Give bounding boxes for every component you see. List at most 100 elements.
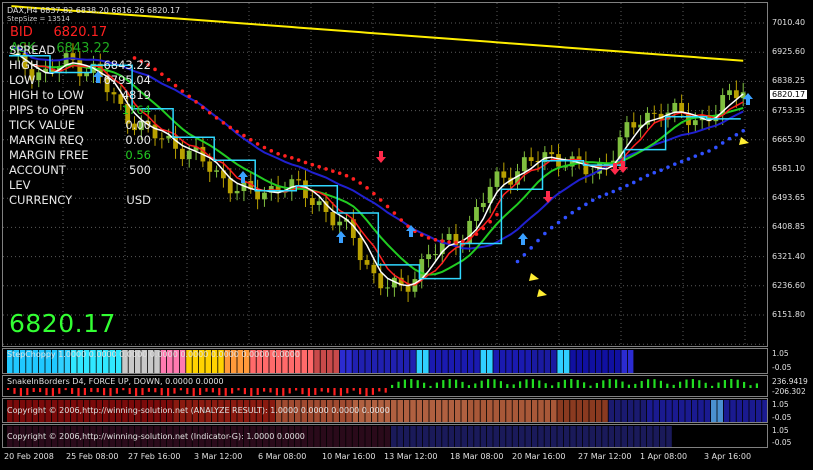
indicator-g-bar (570, 426, 576, 447)
red-dot (467, 236, 472, 241)
red-dot (454, 240, 458, 245)
snake-bar (218, 388, 221, 396)
indicator-g-bar (403, 426, 410, 447)
price-chart-pane[interactable]: DAX,H4 6837.82 6838.20 6816.26 6820.17 S… (2, 2, 768, 347)
info-row: PIPS to OPEN 1764 (9, 103, 159, 118)
info-value: 500 (129, 163, 151, 177)
snake-bar (640, 380, 643, 388)
snake-bar (211, 388, 214, 393)
red-dot (290, 155, 294, 160)
snake-bar (461, 381, 464, 388)
analyze-bar (410, 400, 416, 422)
analyze-bar (416, 400, 423, 422)
indicator-g-bar (429, 426, 435, 447)
analyze-bar (570, 400, 576, 422)
candle-body (186, 150, 192, 160)
info-label: TICK VALUE (9, 118, 76, 132)
stepchoppy-indicator-pane[interactable]: StepChoppy 1.0000 0.0000 0.0000 0.0000 0… (2, 348, 768, 374)
price-tick-label: 6665.90 (772, 134, 806, 144)
snake-bar (224, 388, 227, 396)
red-dot (481, 226, 486, 231)
info-label: MARGIN REQ (9, 133, 84, 147)
snake-bar (538, 380, 541, 388)
red-dot (385, 204, 390, 209)
snake-indicator-pane[interactable]: SnakeInBorders D4, FORCE UP, DOWN, 0.000… (2, 375, 768, 397)
analyze-bar (743, 400, 749, 422)
stepchoppy-bar (352, 350, 359, 373)
snake-bar (685, 379, 688, 388)
time-tick-label: 10 Mar 16:00 (322, 452, 376, 461)
candle-body (405, 285, 411, 292)
snake-bar (666, 383, 669, 388)
snake-bar (544, 383, 547, 388)
snake-bar (672, 384, 675, 388)
snake-bar (167, 388, 170, 396)
red-dot (324, 167, 328, 171)
snake-bar (749, 385, 752, 388)
snake-bar (410, 379, 413, 388)
stepchoppy-bar (314, 350, 320, 373)
analyze-bar (525, 400, 531, 422)
snake-bar (551, 385, 554, 388)
analyze-bar (519, 400, 525, 422)
blue-dot (584, 202, 588, 207)
snake-bar (659, 380, 662, 388)
blue-dot (597, 194, 602, 199)
snake-bar (77, 388, 80, 396)
symbol-header: DAX,H4 6837.82 6838.20 6816.26 6820.17 S… (7, 6, 180, 23)
red-dot (344, 173, 349, 178)
candle-body (433, 254, 438, 256)
analyze-bar (448, 400, 455, 422)
red-dot (255, 142, 260, 146)
analyze-bar (499, 400, 506, 422)
analyze-title: Copyright © 2006,http://winning-solution… (7, 406, 390, 415)
stepchoppy-bar (589, 350, 595, 373)
stepchoppy-bar (602, 350, 608, 373)
snake-bar (487, 379, 490, 388)
analyze-bar (506, 400, 512, 422)
analyze-scale-top: 1.05 (772, 400, 789, 409)
analyze-bar (589, 400, 595, 422)
blue-dot (529, 246, 533, 250)
snake-bar (416, 380, 419, 388)
candle-body (480, 203, 486, 208)
info-value: 4819 (121, 88, 151, 102)
snake-bar (154, 388, 157, 393)
stepchoppy-bar (615, 350, 621, 373)
snake-bar (647, 379, 650, 388)
analyze-bar (563, 400, 570, 422)
snake-bar (333, 388, 336, 396)
blue-dot (693, 154, 698, 158)
yellow-signal-icon (529, 273, 539, 281)
analyze-bar (487, 400, 493, 422)
analyze-bar (666, 400, 672, 422)
indicator-g-bar (627, 426, 634, 447)
blue-dot (522, 252, 527, 257)
candle-body (159, 138, 165, 140)
snake-bar (531, 379, 534, 388)
indicator-g-pane[interactable]: Copyright © 2006,http://winning-solution… (2, 424, 768, 448)
candle-body (426, 254, 431, 260)
stepchoppy-bar (461, 350, 467, 373)
analyze-result-pane[interactable]: Copyright © 2006,http://winning-solution… (2, 398, 768, 423)
analyze-bar (403, 400, 410, 422)
analyze-bar (736, 400, 743, 422)
red-dot (248, 138, 253, 142)
candle-body (385, 287, 390, 289)
stepchoppy-bar (551, 350, 557, 373)
snake-bar (282, 388, 285, 396)
yellow-signal-icon (537, 289, 547, 297)
candle-body (446, 233, 452, 240)
snake-bar (295, 388, 298, 391)
time-tick-label: 1 Apr 08:00 (640, 452, 688, 461)
snake-bar (64, 388, 67, 391)
analyze-bar (467, 400, 474, 422)
snake-bar (269, 388, 272, 393)
blue-dot (638, 177, 643, 181)
snake-bar (595, 382, 598, 388)
snake-bar (755, 383, 758, 388)
info-label: LOW (9, 73, 36, 87)
snake-bar (231, 388, 234, 394)
indicator-g-bar (480, 426, 487, 447)
analyze-bar (551, 400, 557, 422)
